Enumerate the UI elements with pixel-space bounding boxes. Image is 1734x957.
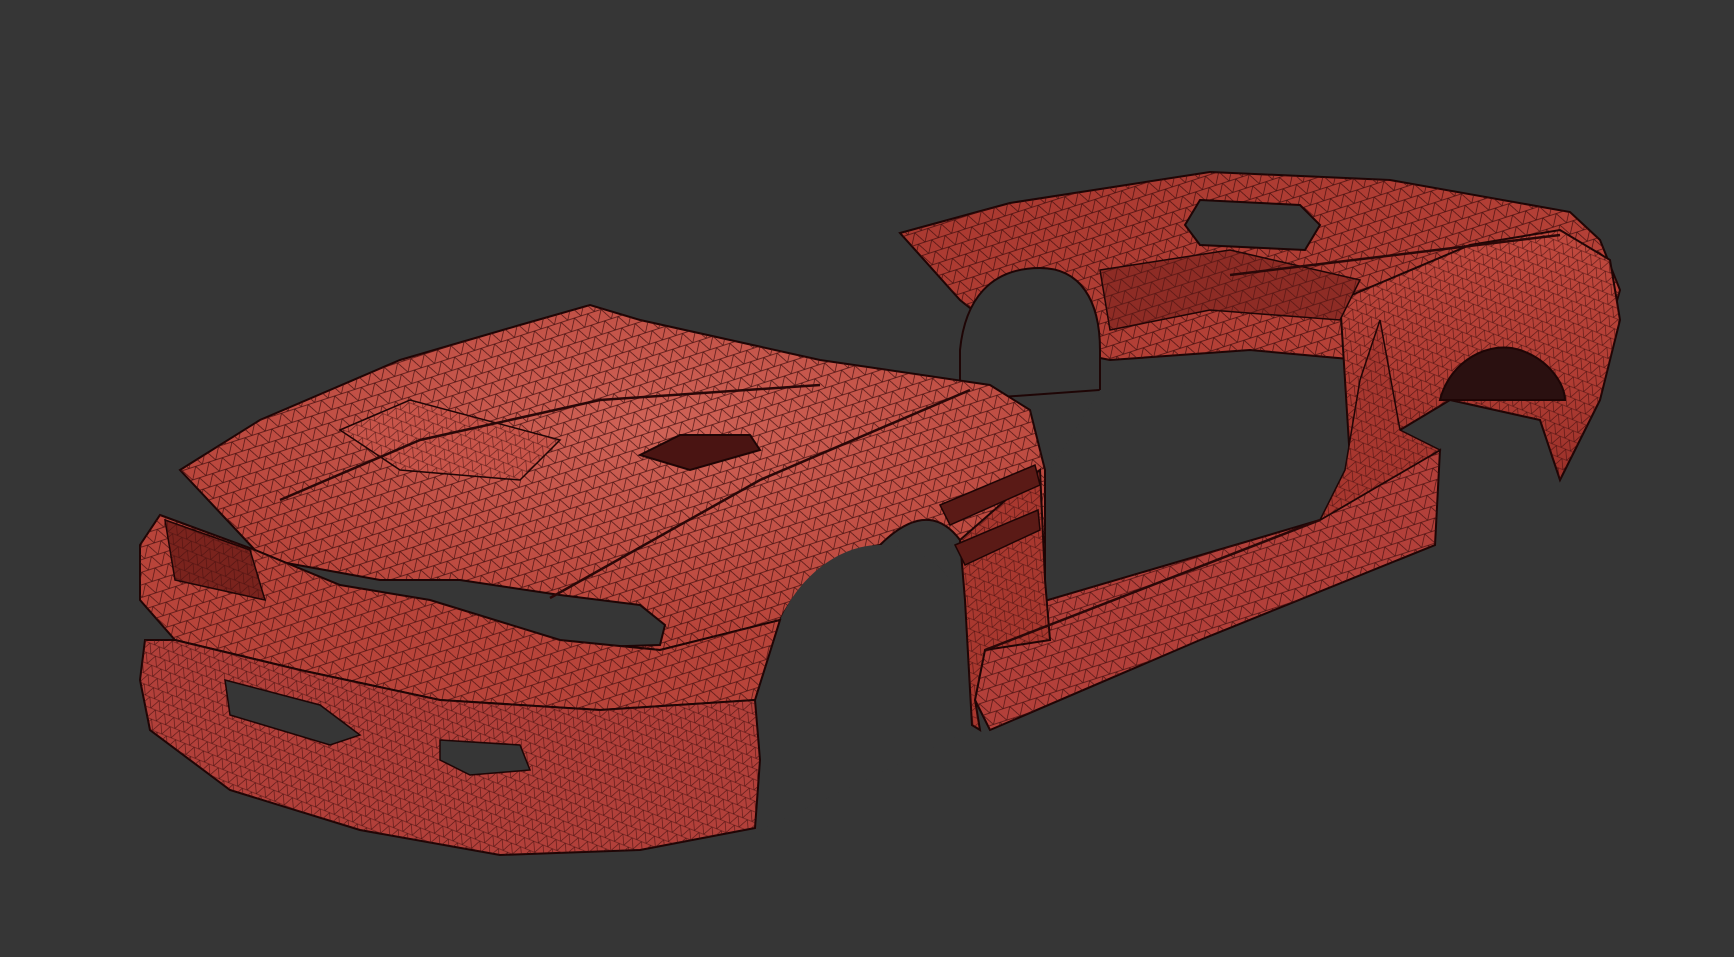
car-body-mesh-render (138, 170, 1622, 857)
rear-window-opening (1183, 198, 1322, 252)
3d-viewport[interactable] (0, 0, 1734, 957)
front-body-part (138, 303, 1052, 857)
